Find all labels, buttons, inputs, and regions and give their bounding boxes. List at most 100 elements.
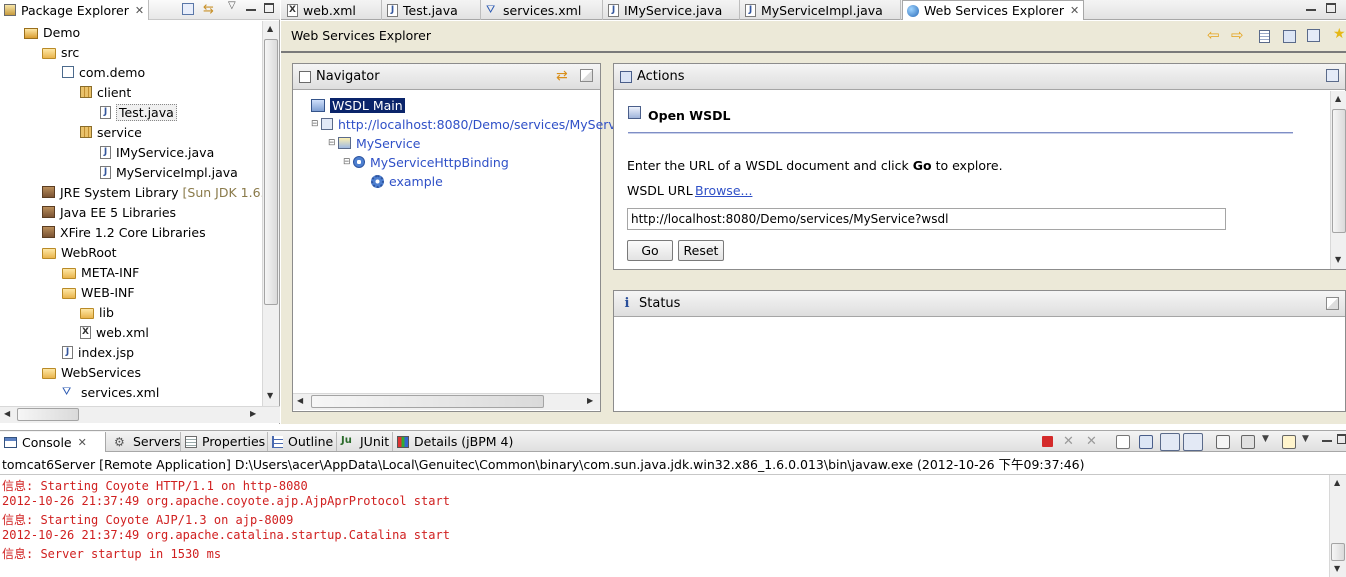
tree-item[interactable]: WebServices — [42, 362, 141, 382]
nav-item-myservice[interactable]: ⊟ MyService — [328, 133, 420, 153]
scrollbar-thumb[interactable] — [311, 395, 544, 408]
scrollbar-thumb[interactable] — [1332, 109, 1346, 233]
tree-item-label: web.xml — [96, 324, 149, 340]
close-icon[interactable]: ✕ — [135, 4, 144, 17]
actions-vertical-scrollbar[interactable]: ▲ ▼ — [1330, 91, 1346, 269]
wsil-page-icon[interactable] — [1283, 30, 1296, 43]
tree-item[interactable]: WebRoot — [42, 242, 117, 262]
tree-item[interactable]: J MyServiceImpl.java — [100, 162, 238, 182]
tree-item[interactable]: Xweb.xml — [80, 322, 149, 342]
tab-web-services-explorer[interactable]: Web Services Explorer ✕ — [902, 0, 1084, 20]
scroll-up-arrow-icon[interactable]: ▲ — [267, 24, 273, 33]
scroll-down-arrow-icon[interactable]: ▼ — [267, 391, 273, 400]
tab-myserviceimpl-java[interactable]: J MyServiceImpl.java — [741, 0, 901, 20]
scroll-right-arrow-icon[interactable]: ▶ — [250, 409, 256, 418]
nav-item-example[interactable]: example — [371, 171, 443, 191]
maximize-pane-icon[interactable] — [1326, 69, 1339, 82]
dropdown-arrow-icon[interactable]: ▼ — [1262, 434, 1276, 448]
scroll-lock-icon[interactable] — [1139, 435, 1153, 449]
clear-console-icon[interactable] — [1116, 435, 1130, 449]
package-explorer-vertical-scrollbar[interactable]: ▲ ▼ — [262, 21, 279, 406]
scroll-right-arrow-icon[interactable]: ▶ — [587, 396, 593, 405]
maximize-icon[interactable] — [1326, 3, 1336, 13]
tree-item[interactable]: WEB-INF — [62, 282, 135, 302]
scroll-left-arrow-icon[interactable]: ◀ — [297, 396, 303, 405]
wsdl-page-icon[interactable] — [1307, 29, 1320, 42]
tab-outline[interactable]: Outline — [267, 432, 337, 451]
terminate-icon[interactable] — [1042, 436, 1053, 447]
refresh-icon[interactable]: ⇄ — [556, 68, 568, 84]
tree-item[interactable]: XFire 1.2 Core Libraries — [42, 222, 206, 242]
tree-item[interactable]: client — [80, 82, 131, 102]
tab-web-xml[interactable]: X web.xml — [283, 0, 382, 20]
tree-item[interactable]: J IMyService.java — [100, 142, 214, 162]
tree-item[interactable]: ⛛ services.xml — [62, 382, 159, 402]
tree-item[interactable]: META-INF — [62, 262, 139, 282]
collapse-toggle-icon[interactable]: ⊟ — [343, 157, 353, 167]
show-on-stdout-icon[interactable] — [1160, 433, 1180, 451]
tab-junit[interactable]: Ju JUnit — [336, 432, 393, 451]
remove-launch-icon[interactable]: ✕ — [1063, 434, 1077, 449]
forward-icon[interactable]: ⇨ — [1231, 26, 1244, 44]
collapse-toggle-icon[interactable]: ⊟ — [311, 119, 321, 129]
uddi-page-icon[interactable] — [1259, 30, 1270, 43]
tree-item[interactable]: Jindex.jsp — [62, 342, 134, 362]
display-selected-console-icon[interactable] — [1241, 435, 1255, 449]
tab-package-explorer[interactable]: Package Explorer ✕ — [0, 0, 150, 20]
collapse-all-icon[interactable] — [182, 3, 194, 15]
scrollbar-thumb[interactable] — [1331, 543, 1345, 561]
tab-servers[interactable]: ⚙ Servers — [110, 432, 185, 451]
navigator-horizontal-scrollbar[interactable]: ◀ ▶ — [293, 393, 600, 410]
view-menu-icon[interactable]: ▽ — [228, 0, 236, 11]
browse-link[interactable]: Browse... — [695, 183, 752, 198]
clear-status-icon[interactable] — [1326, 297, 1339, 310]
tab-test-java[interactable]: J Test.java — [383, 0, 481, 20]
minimize-icon[interactable] — [246, 9, 256, 11]
collapse-toggle-icon[interactable]: ⊟ — [328, 138, 338, 148]
tree-item[interactable]: J Test.java — [100, 102, 177, 122]
open-console-icon[interactable] — [1282, 435, 1296, 449]
pin-console-icon[interactable] — [1216, 435, 1230, 449]
close-icon[interactable]: ✕ — [78, 436, 87, 449]
tree-item[interactable]: Demo — [24, 22, 80, 42]
scrollbar-thumb[interactable] — [17, 408, 79, 421]
link-with-editor-icon[interactable]: ⇆ — [203, 2, 214, 17]
minimize-icon[interactable] — [1306, 9, 1316, 11]
nav-item-wsdl-main[interactable]: WSDL Main — [311, 95, 405, 115]
scroll-down-arrow-icon[interactable]: ▼ — [1334, 564, 1340, 573]
tree-item[interactable]: src — [42, 42, 79, 62]
back-icon[interactable]: ⇦ — [1207, 26, 1220, 44]
tab-details-jbpm[interactable]: Details (jBPM 4) — [392, 432, 517, 451]
maximize-icon[interactable] — [264, 3, 274, 13]
dropdown-arrow-icon[interactable]: ▼ — [1302, 434, 1316, 448]
favorites-icon[interactable]: ★ — [1333, 26, 1346, 42]
scroll-left-arrow-icon[interactable]: ◀ — [4, 409, 10, 418]
scrollbar-thumb[interactable] — [264, 39, 278, 305]
scroll-down-arrow-icon[interactable]: ▼ — [1335, 255, 1341, 264]
nav-item-binding[interactable]: ⊟ MyServiceHttpBinding — [343, 152, 509, 172]
clear-icon[interactable] — [580, 69, 593, 82]
scroll-up-arrow-icon[interactable]: ▲ — [1334, 478, 1340, 487]
reset-button[interactable]: Reset — [678, 240, 724, 261]
tab-console[interactable]: Console ✕ — [0, 432, 106, 452]
package-explorer-horizontal-scrollbar[interactable]: ◀ ▶ — [0, 406, 280, 423]
nav-item-wsdl-url[interactable]: ⊟ http://localhost:8080/Demo/services/My… — [311, 114, 616, 134]
tree-item[interactable]: Java EE 5 Libraries — [42, 202, 176, 222]
tab-label: Test.java — [403, 2, 458, 18]
minimize-icon[interactable] — [1322, 440, 1332, 442]
close-icon[interactable]: ✕ — [1070, 4, 1079, 17]
scroll-up-arrow-icon[interactable]: ▲ — [1335, 94, 1341, 103]
tree-item[interactable]: JRE System Library[Sun JDK 1.6.0_ — [42, 182, 262, 202]
show-on-stderr-icon[interactable] — [1183, 433, 1203, 451]
go-button[interactable]: Go — [627, 240, 673, 261]
wsdl-url-input[interactable]: http://localhost:8080/Demo/services/MySe… — [627, 208, 1226, 230]
tree-item[interactable]: com.demo — [62, 62, 145, 82]
tree-item[interactable]: lib — [80, 302, 114, 322]
tab-imyservice-java[interactable]: J IMyService.java — [604, 0, 740, 20]
remove-all-launches-icon[interactable]: ✕ — [1086, 434, 1100, 449]
tree-item[interactable]: service — [80, 122, 142, 142]
console-vertical-scrollbar[interactable]: ▲ ▼ — [1329, 475, 1346, 577]
maximize-icon[interactable] — [1337, 434, 1346, 444]
tab-services-xml[interactable]: ⛛ services.xml — [482, 0, 603, 20]
tab-properties[interactable]: Properties — [180, 432, 269, 451]
